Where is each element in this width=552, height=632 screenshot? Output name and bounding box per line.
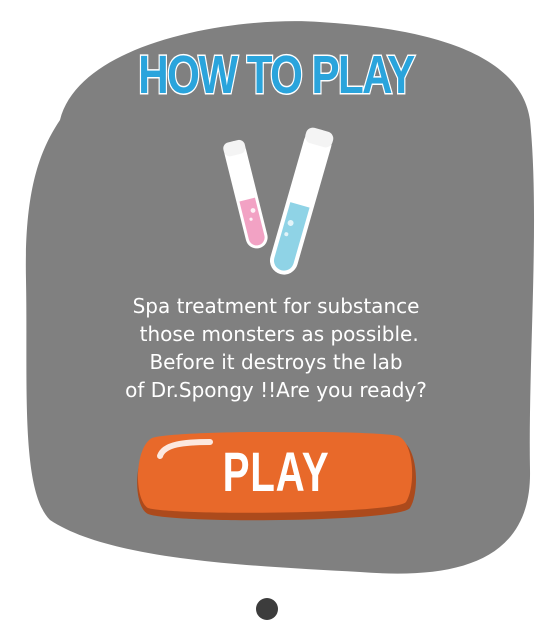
instructions-line: Spa treatment for substance: [132, 294, 420, 318]
play-button[interactable]: PLAY: [134, 432, 418, 522]
instructions-line: Before it destroys the lab: [149, 350, 403, 374]
test-tube-blue-icon: [269, 127, 334, 275]
test-tubes-illustration: [223, 127, 334, 275]
how-to-play-title: HOW TO PLAY: [137, 45, 416, 105]
instructions-line: those monsters as possible.: [133, 322, 419, 346]
test-tube-pink-icon: [223, 139, 268, 249]
pagination-dot[interactable]: [256, 598, 278, 620]
instructions-text: Spa treatment for substance those monste…: [0, 292, 552, 404]
instructions-line: of Dr.Spongy !!Are you ready?: [125, 378, 427, 402]
play-button-label: PLAY: [222, 440, 330, 503]
